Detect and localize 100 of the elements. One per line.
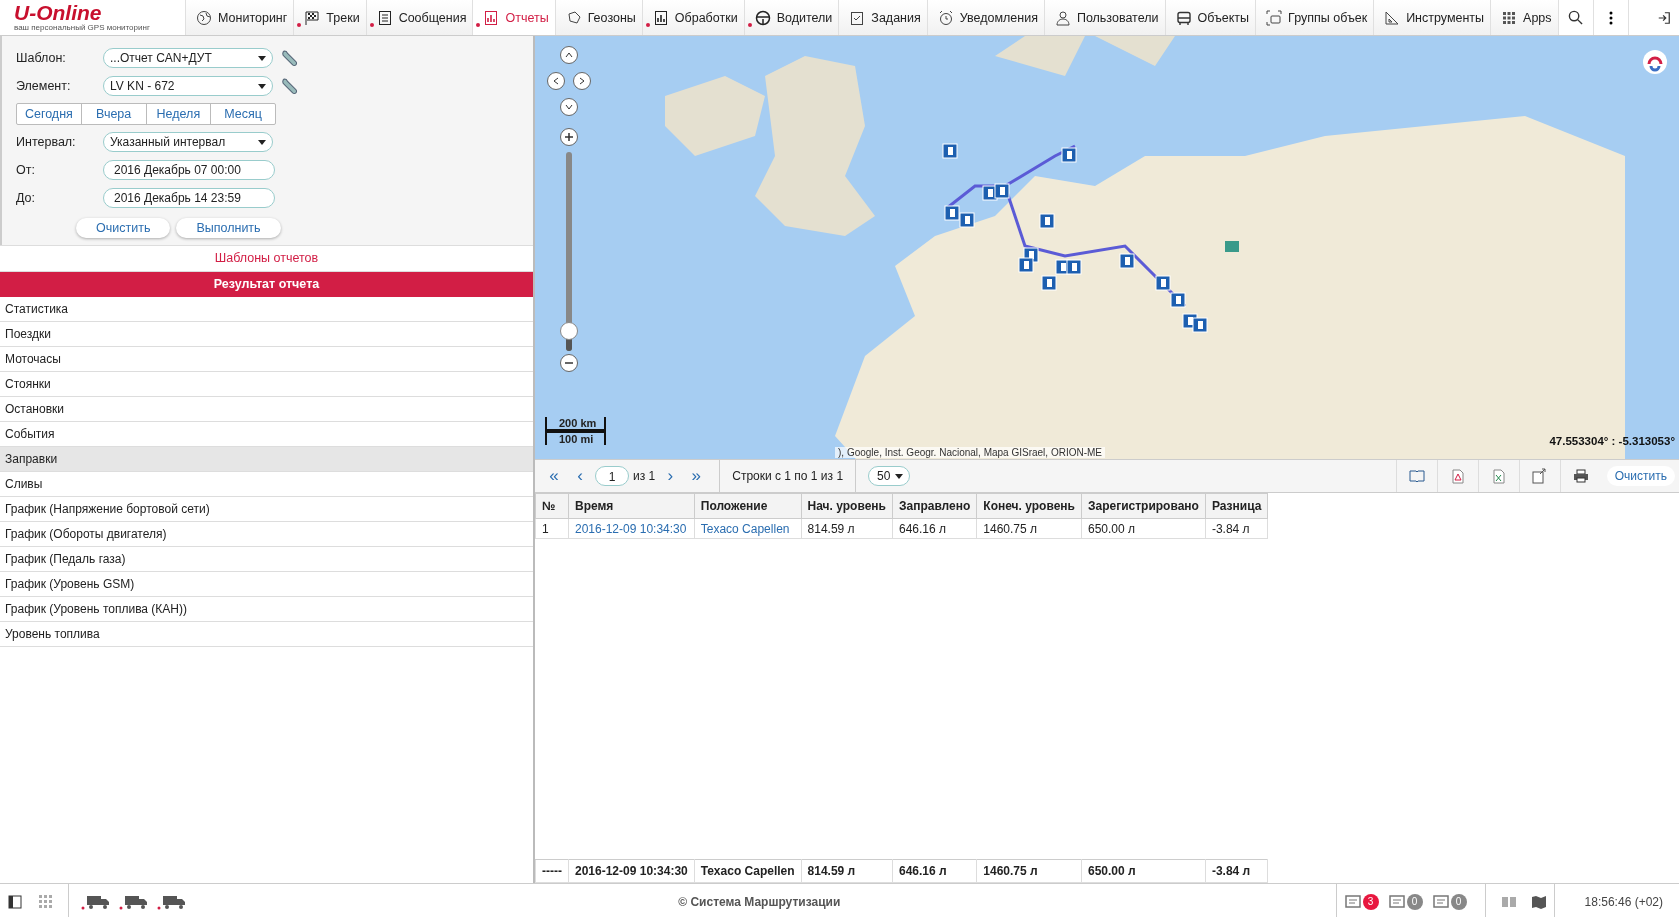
clear-button[interactable]: Очистить: [1606, 466, 1675, 486]
report-item[interactable]: График (Уровень GSM): [0, 572, 533, 597]
field-label: От:: [16, 163, 36, 177]
next-page-button[interactable]: ›: [659, 466, 682, 486]
zoom-slider[interactable]: [560, 152, 578, 351]
nav-tab[interactable]: Apps: [1490, 0, 1558, 35]
nav-tab[interactable]: Задания: [838, 0, 927, 35]
count-badge: 0: [1406, 893, 1423, 910]
caret-icon: [895, 473, 904, 479]
report-item[interactable]: График (Напряжение бортовой сети): [0, 497, 533, 522]
table-link[interactable]: Texaco Capellen: [694, 518, 802, 539]
nav-tab[interactable]: Водители: [743, 0, 839, 35]
period-tab[interactable]: Месяц: [211, 104, 275, 124]
caret-icon: [258, 55, 266, 61]
first-page-button[interactable]: «: [543, 466, 565, 486]
report-item[interactable]: График (Уровень топлива (КАН)): [0, 597, 533, 622]
compass-icon[interactable]: [1643, 50, 1667, 74]
page-count: из 1: [633, 469, 656, 483]
ruler-icon: [1384, 9, 1401, 26]
report-item[interactable]: Стоянки: [0, 372, 533, 397]
table-cell: 814.59 л: [801, 518, 893, 539]
report-item[interactable]: Поездки: [0, 322, 533, 347]
nav-tab[interactable]: Уведомления: [926, 0, 1044, 35]
rows-info: Строки с 1 по 1 из 1: [732, 469, 844, 483]
period-tab[interactable]: Неделя: [146, 104, 212, 124]
nav-tab[interactable]: Объекты: [1164, 0, 1256, 35]
page-field[interactable]: 1: [595, 466, 629, 486]
templates-header[interactable]: Шаблоны отчетов: [0, 245, 533, 272]
report-item[interactable]: Статистика: [0, 297, 533, 322]
column-header[interactable]: Положение: [694, 493, 802, 519]
report-item[interactable]: Заправки: [0, 447, 533, 472]
user-icon: [1054, 9, 1071, 26]
run-button[interactable]: Выполнить: [176, 218, 281, 238]
column-header[interactable]: Заправлено: [892, 493, 977, 519]
date-field[interactable]: 2016 Декабрь 07 00:00: [103, 160, 275, 180]
truck-icon[interactable]: [81, 893, 111, 910]
chevron-up-icon: [565, 51, 573, 59]
select-field[interactable]: ...Отчет CAN+ДУТ: [103, 48, 273, 68]
print-icon[interactable]: [1572, 469, 1589, 483]
bus-icon: [1175, 9, 1192, 26]
table-link[interactable]: 2016-12-09 10:34:30: [568, 518, 695, 539]
message-icon[interactable]: [1344, 895, 1361, 908]
table-cell: 650.00 л: [1081, 518, 1206, 539]
period-tab[interactable]: Сегодня: [17, 104, 82, 124]
column-header[interactable]: №: [535, 493, 569, 519]
caret-icon: [258, 83, 266, 89]
total-cell: Texaco Capellen: [694, 859, 802, 883]
export-icon[interactable]: [1532, 468, 1548, 484]
truck-icon[interactable]: [157, 893, 187, 910]
grid-icon: [1501, 9, 1518, 26]
doc-icon: [376, 9, 393, 26]
report-item[interactable]: Моточасы: [0, 347, 533, 372]
book-icon[interactable]: [1408, 470, 1425, 482]
select-field[interactable]: Указанный интервал: [103, 132, 273, 152]
panel-toggle-icon[interactable]: [8, 894, 22, 909]
last-page-button[interactable]: »: [685, 466, 708, 486]
clear-button[interactable]: Очистить: [76, 218, 171, 238]
logout-icon[interactable]: [1657, 10, 1671, 25]
total-cell: -3.84 л: [1205, 859, 1268, 883]
nav-tab[interactable]: Инструменты: [1373, 0, 1491, 35]
column-header[interactable]: Разница: [1205, 493, 1268, 519]
nav-tab[interactable]: Группы объек: [1255, 0, 1374, 35]
period-tab[interactable]: Вчера: [81, 104, 147, 124]
field-label: Шаблон:: [16, 51, 67, 65]
report-item[interactable]: Остановки: [0, 397, 533, 422]
nav-tab[interactable]: Пользователи: [1043, 0, 1165, 35]
clip-icon: [849, 9, 866, 26]
total-cell: 814.59 л: [801, 859, 893, 883]
spreadsheet-icon[interactable]: [1492, 468, 1505, 484]
nav-tab[interactable]: Треки: [293, 0, 366, 35]
plus-icon: [565, 133, 573, 141]
nav-tab[interactable]: Геозоны: [554, 0, 642, 35]
column-header[interactable]: Зарегистрировано: [1081, 493, 1206, 519]
truck-icon[interactable]: [119, 893, 149, 910]
column-header[interactable]: Время: [568, 493, 695, 519]
report-item[interactable]: График (Обороты двигателя): [0, 522, 533, 547]
prev-page-button[interactable]: ‹: [569, 466, 591, 486]
result-header[interactable]: Результат отчета: [0, 272, 533, 297]
logo-name: U-Online: [14, 3, 103, 23]
report-item[interactable]: График (Педаль газа): [0, 547, 533, 572]
table-cell: 646.16 л: [892, 518, 977, 539]
total-cell: 2016-12-09 10:34:30: [568, 859, 695, 883]
report-item[interactable]: Сливы: [0, 472, 533, 497]
rows-per-page-select[interactable]: 50: [868, 466, 911, 486]
nav-tab[interactable]: Обработки: [641, 0, 744, 35]
field-label: Интервал:: [16, 135, 77, 149]
date-field[interactable]: 2016 Декабрь 14 23:59: [103, 188, 275, 208]
map-icon[interactable]: [1530, 894, 1547, 909]
search-icon[interactable]: [1568, 10, 1584, 25]
select-field[interactable]: LV KN - 672: [103, 76, 273, 96]
total-cell: -----: [535, 859, 569, 883]
report-item[interactable]: Уровень топлива: [0, 622, 533, 647]
field-label: Элемент:: [16, 79, 72, 93]
nav-tab[interactable]: Сообщения: [365, 0, 473, 35]
pdf-icon[interactable]: [1451, 468, 1464, 484]
column-header[interactable]: Нач. уровень: [801, 493, 893, 519]
chevron-left-icon: [552, 77, 560, 85]
nav-tab[interactable]: Мониторинг: [185, 0, 294, 35]
column-header[interactable]: Конеч. уровень: [976, 493, 1082, 519]
more-icon[interactable]: [1608, 10, 1613, 25]
